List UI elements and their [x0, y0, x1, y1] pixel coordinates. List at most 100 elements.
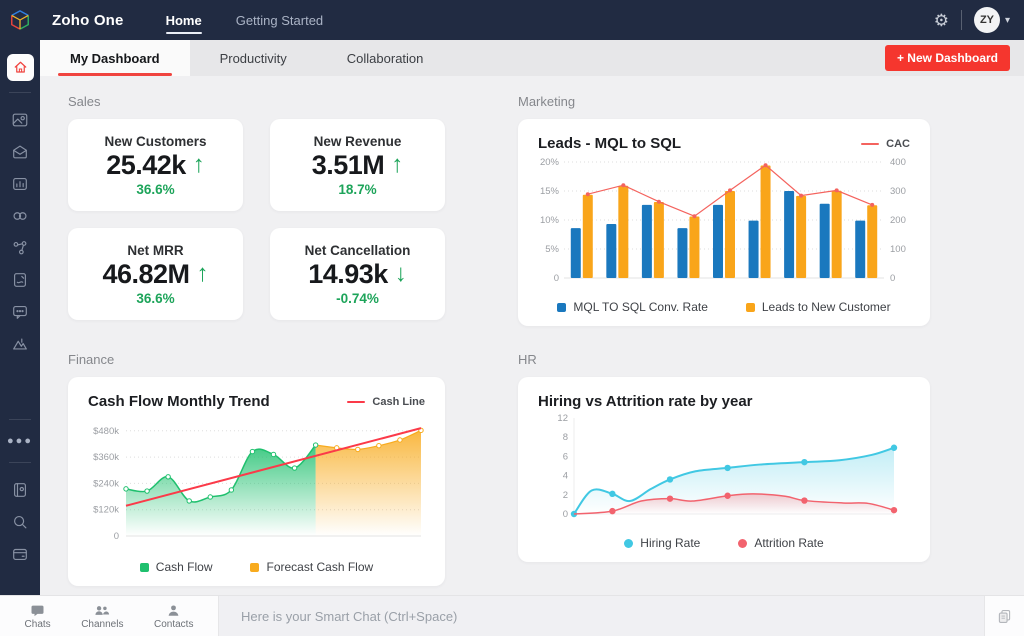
legend-attrition-rate[interactable]: Attrition Rate — [738, 536, 824, 550]
sidebar-item-sign[interactable] — [11, 271, 29, 289]
settings-gear-icon[interactable]: ⚙ — [934, 12, 949, 29]
avatar[interactable]: ZY — [973, 7, 1000, 33]
cashflow-area-chart: 0 $120k $240k $360k $480k — [93, 426, 424, 542]
kpi-title: Net Cancellation — [304, 242, 411, 258]
red-dot-swatch — [738, 538, 748, 548]
svg-text:2: 2 — [563, 490, 568, 501]
trend-down-icon: ↓ — [394, 260, 407, 287]
blue-bar-swatch — [557, 302, 567, 312]
magnifier-icon — [14, 516, 27, 529]
contacts-button[interactable]: Contacts — [148, 601, 199, 632]
clipboard-button[interactable] — [984, 596, 1024, 636]
kpi-change: 36.6% — [136, 181, 175, 197]
top-navigation: Home Getting Started — [165, 0, 323, 40]
kpi-value: 25.42k — [106, 149, 186, 180]
copy-pages-icon — [998, 609, 1011, 623]
svg-text:12: 12 — [557, 413, 568, 424]
nav-home[interactable]: Home — [165, 0, 202, 40]
section-sales: Sales New Customers 25.42k ↑ 36.6% New R… — [68, 94, 445, 326]
legend-mql-sql[interactable]: MQL TO SQL Conv. Rate — [557, 300, 708, 314]
sidebar-item-mail[interactable] — [11, 143, 29, 161]
nav-getting-started[interactable]: Getting Started — [236, 0, 323, 40]
svg-text:0: 0 — [563, 509, 568, 520]
svg-text:200: 200 — [890, 215, 906, 226]
mail-icon — [13, 145, 27, 159]
section-marketing: Marketing Leads - MQL to SQL CAC 0 5% 10% 1… — [518, 94, 930, 326]
sidebar-item-chat[interactable] — [11, 303, 29, 321]
section-finance: Finance Cash Flow Monthly Trend Cash Lin… — [68, 352, 445, 586]
new-dashboard-button[interactable]: + New Dashboard — [884, 45, 1010, 71]
finance-chart-card: Cash Flow Monthly Trend Cash Line 0 $120k… — [68, 377, 445, 586]
zoho-one-logo[interactable] — [0, 9, 40, 31]
svg-text:6: 6 — [563, 451, 568, 462]
kpi-card-net-mrr: Net MRR 46.82M ↑ 36.6% — [68, 228, 243, 320]
sidebar-item-home[interactable] — [6, 54, 34, 81]
home-icon — [14, 61, 26, 73]
legend-hiring-rate[interactable]: Hiring Rate — [624, 536, 700, 550]
sidebar-item-more-ellipsis[interactable]: ●●● — [7, 435, 33, 447]
tab-productivity[interactable]: Productivity — [190, 40, 317, 76]
svg-text:0: 0 — [114, 531, 119, 542]
kpi-card-new-revenue: New Revenue 3.51M ↑ 18.7% — [270, 119, 445, 211]
legend-cash-flow[interactable]: Cash Flow — [139, 560, 212, 574]
report-chart-icon — [13, 178, 27, 190]
section-label-hr: HR — [518, 352, 537, 367]
legend-leads-new-customer[interactable]: Leads to New Customer — [745, 300, 891, 314]
top-navbar: Zoho One Home Getting Started ⚙ ZY ▾ — [0, 0, 1024, 40]
app-sidebar: ●●● — [0, 40, 40, 596]
kpi-title: New Customers — [104, 133, 207, 149]
sidebar-item-links[interactable] — [11, 207, 29, 225]
section-label-sales: Sales — [68, 94, 101, 109]
channels-icon — [95, 605, 110, 615]
svg-text:4: 4 — [563, 471, 568, 482]
svg-text:10%: 10% — [540, 215, 560, 226]
document-sign-icon — [14, 273, 26, 287]
sidebar-item-notebook[interactable] — [11, 481, 29, 499]
orange-bar-swatch — [745, 302, 755, 312]
link-rings-icon — [13, 212, 27, 220]
sidebar-item-analytics[interactable] — [11, 335, 29, 353]
notebook-icon — [14, 483, 26, 497]
marketing-chart-card: Leads - MQL to SQL CAC 0 5% 10% 15% 20% 0 100 2… — [518, 119, 930, 326]
svg-text:20%: 20% — [540, 157, 560, 168]
green-area-swatch — [139, 562, 149, 572]
sidebar-divider — [9, 92, 31, 93]
wallet-icon — [13, 548, 27, 560]
legend-cash-line[interactable]: Cash Line — [347, 396, 425, 408]
tab-my-dashboard[interactable]: My Dashboard — [40, 40, 190, 76]
kpi-change: 18.7% — [338, 181, 377, 197]
tab-collaboration[interactable]: Collaboration — [317, 40, 454, 76]
trend-up-icon: ↑ — [196, 260, 209, 287]
dashboard-scroll-area[interactable]: Sales New Customers 25.42k ↑ 36.6% New R… — [40, 76, 1024, 596]
chats-button[interactable]: Chats — [19, 601, 57, 632]
orange-area-swatch — [250, 562, 260, 572]
user-menu[interactable]: ZY ▾ — [973, 7, 1010, 33]
sidebar-item-reports[interactable] — [11, 175, 29, 193]
sidebar-item-search[interactable] — [11, 513, 29, 531]
kpi-card-net-cancellation: Net Cancellation 14.93k ↓ -0.74% — [270, 228, 445, 320]
chart-title-leads: Leads - MQL to SQL — [538, 135, 682, 152]
leads-bar-chart: 0 5% 10% 15% 20% 0 100 200 300 400 — [540, 157, 906, 284]
sidebar-item-wallet[interactable] — [11, 545, 29, 563]
share-nodes-icon — [13, 241, 27, 255]
hr-chart-card: Hiring vs Attrition rate by year 0 2 4 6 8 12… — [518, 377, 930, 562]
svg-text:400: 400 — [890, 157, 906, 168]
kpi-value: 3.51M — [311, 149, 385, 180]
svg-text:$120k: $120k — [93, 505, 119, 516]
smart-chat-field-wrap — [219, 596, 984, 636]
smart-chat-input[interactable] — [239, 607, 984, 625]
trend-up-icon: ↑ — [192, 151, 205, 178]
kpi-change: 36.6% — [136, 290, 175, 306]
section-hr: HR Hiring vs Attrition rate by year 0 2 4 6… — [518, 352, 930, 586]
contacts-icon — [168, 604, 179, 616]
sidebar-item-organization[interactable] — [11, 111, 29, 129]
legend-cac[interactable]: CAC — [861, 138, 910, 150]
channels-button[interactable]: Channels — [75, 601, 129, 632]
zoho-cube-icon — [11, 10, 29, 30]
sidebar-item-flow[interactable] — [11, 239, 29, 257]
legend-forecast-cash-flow[interactable]: Forecast Cash Flow — [250, 560, 373, 574]
kpi-title: New Revenue — [313, 133, 402, 149]
svg-text:300: 300 — [890, 186, 906, 197]
kpi-change: -0.74% — [336, 290, 379, 306]
svg-text:5%: 5% — [545, 244, 559, 255]
